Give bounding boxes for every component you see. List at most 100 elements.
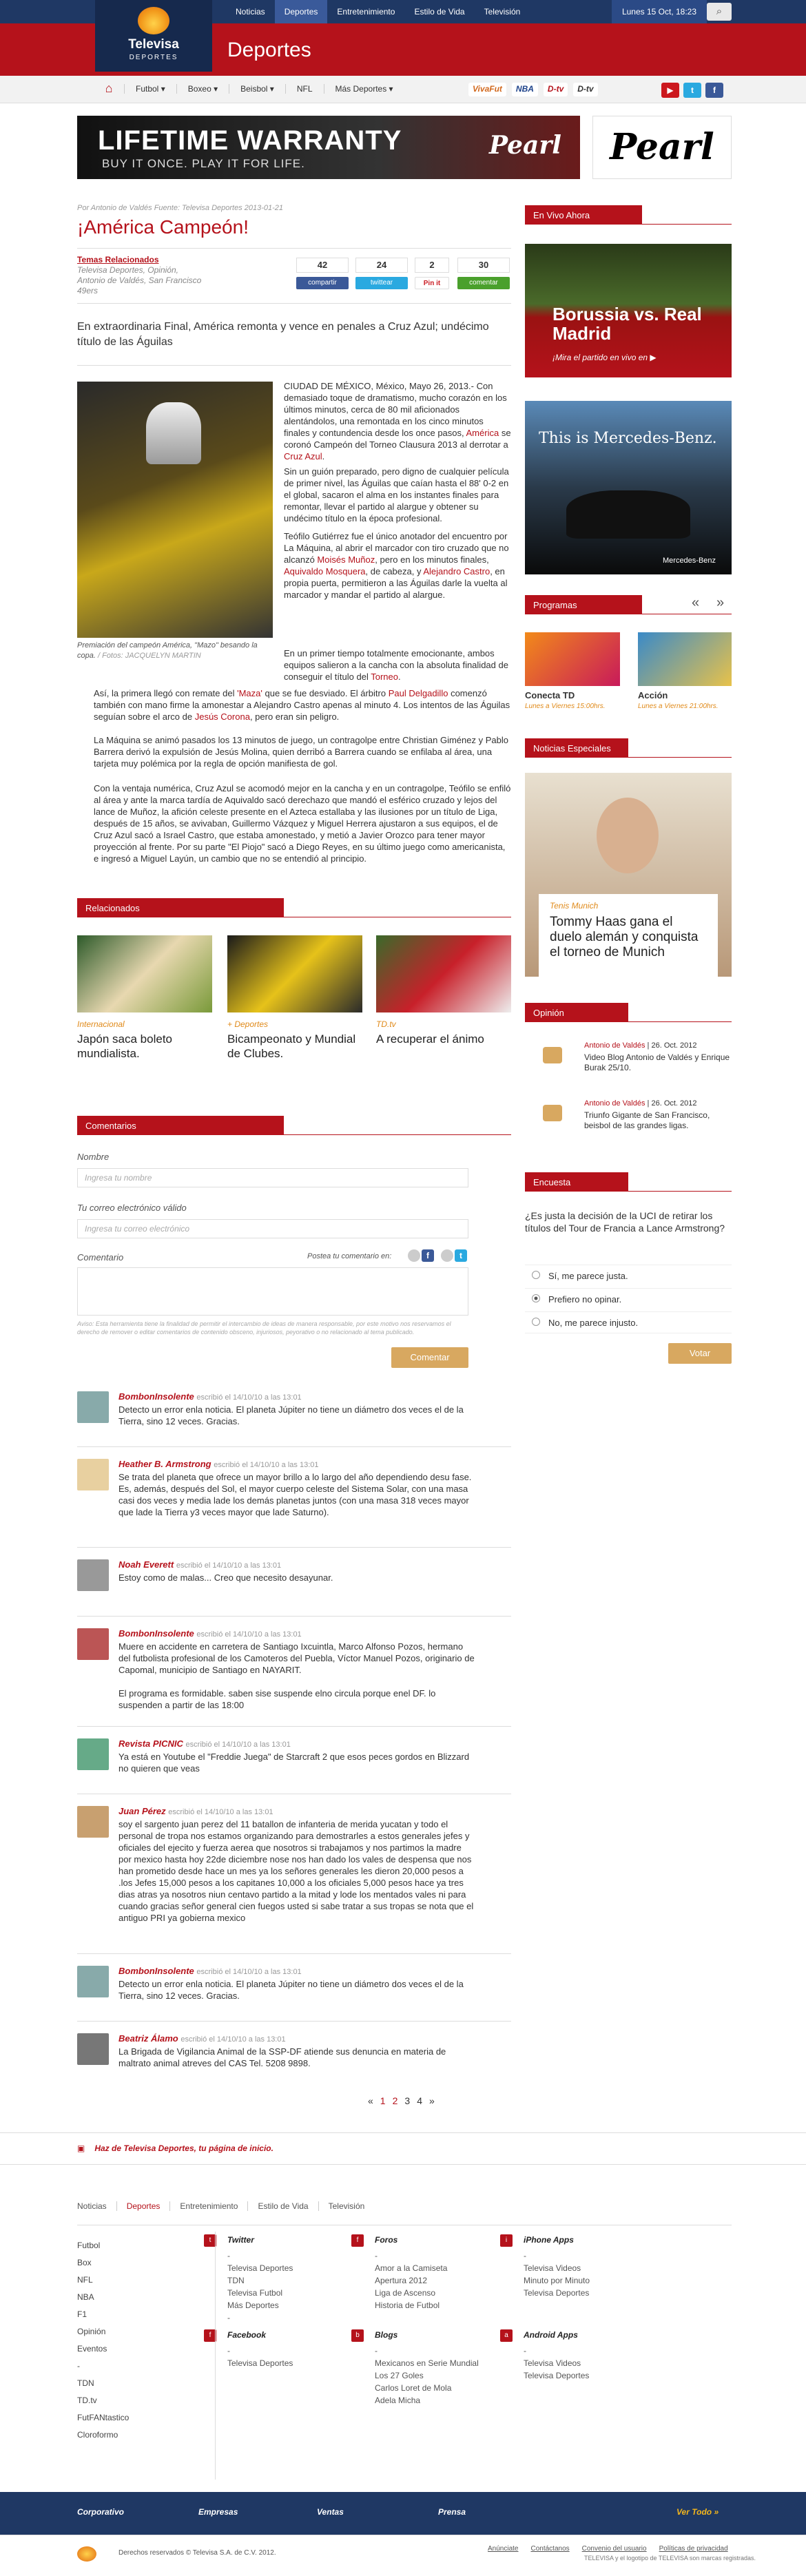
link-torneo[interactable]: Torneo xyxy=(371,672,398,682)
footer-ver-todo[interactable]: Ver Todo » xyxy=(676,2507,719,2517)
comment-author[interactable]: Heather B. Armstrong escribió el 14/10/1… xyxy=(118,1459,319,1469)
link-america[interactable]: América xyxy=(466,428,499,438)
footer-ventas[interactable]: Ventas xyxy=(317,2507,344,2517)
footer-section-link[interactable]: FutFANtastico xyxy=(77,2409,129,2427)
footer-nav-estilo[interactable]: Estilo de Vida xyxy=(247,2201,318,2211)
televisa-small-logo[interactable] xyxy=(77,2546,96,2562)
comment-textarea[interactable] xyxy=(77,1267,468,1316)
programa-title-2[interactable]: Acción xyxy=(638,690,668,700)
related-item-1[interactable]: Internacional Japón saca boleto mundiali… xyxy=(77,935,212,1061)
name-input[interactable]: Ingresa tu nombre xyxy=(77,1168,468,1187)
link-cruz-azul[interactable]: Cruz Azul xyxy=(284,451,322,461)
footer-column-links[interactable]: - Televisa Deportes xyxy=(227,2345,293,2369)
legal-link[interactable]: Anúnciate xyxy=(488,2545,518,2553)
footer-column-heading[interactable]: Facebook xyxy=(227,2330,266,2340)
legal-link[interactable]: Políticas de privacidad xyxy=(659,2545,728,2553)
footer-column-heading[interactable]: Twitter xyxy=(227,2235,254,2245)
nav-noticias[interactable]: Noticias xyxy=(226,0,275,23)
footer-nav-entretenimiento[interactable]: Entretenimiento xyxy=(169,2201,247,2211)
footer-section-link[interactable]: F1 xyxy=(77,2306,129,2323)
footer-column-heading[interactable]: iPhone Apps xyxy=(524,2235,574,2245)
related-topics-list[interactable]: Televisa Deportes, Opinión, Antonio de V… xyxy=(77,265,208,296)
partner-dtv-2[interactable]: D-tv xyxy=(573,83,598,96)
programa-title-1[interactable]: Conecta TD xyxy=(525,690,575,700)
subnav-mas-deportes[interactable]: Más Deportes ▾ xyxy=(323,84,404,94)
link-paul-delgadillo[interactable]: Paul Delgadillo xyxy=(389,688,448,698)
related-item-2[interactable]: + Deportes Bicampeonato y Mundial de Clu… xyxy=(227,935,362,1061)
subnav-beisbol[interactable]: Beisbol ▾ xyxy=(229,84,285,94)
pager-next[interactable]: » xyxy=(429,2095,435,2106)
comment-author[interactable]: Noah Everett escribió el 14/10/10 a las … xyxy=(118,1559,281,1570)
facebook-icon[interactable]: f xyxy=(705,83,723,98)
avatar[interactable] xyxy=(77,2033,109,2065)
footer-column-links[interactable]: - Televisa Deportes TDN Televisa Futbol … xyxy=(227,2250,293,2324)
submit-comment-button[interactable]: Comentar xyxy=(391,1347,468,1368)
radio-button[interactable] xyxy=(532,1318,540,1326)
twitter-icon[interactable]: t xyxy=(683,83,701,98)
footer-section-link[interactable]: NBA xyxy=(77,2289,129,2306)
comment-author[interactable]: BombonInsolente escribió el 14/10/10 a l… xyxy=(118,1391,302,1402)
share-comment[interactable]: 30 comentar xyxy=(457,258,510,289)
pager-page-4[interactable]: 4 xyxy=(417,2095,422,2106)
televisa-logo[interactable]: Televisa DEPORTES xyxy=(95,0,212,72)
avatar[interactable] xyxy=(77,1966,109,1997)
pager-page-1[interactable]: 1 xyxy=(380,2095,386,2106)
home-icon[interactable]: ⌂ xyxy=(96,81,121,98)
comment-author[interactable]: BombonInsolente escribió el 14/10/10 a l… xyxy=(118,1966,302,1976)
footer-section-link[interactable]: TDN xyxy=(77,2375,129,2392)
avatar[interactable] xyxy=(77,1391,109,1423)
link-moises-munoz[interactable]: Moisés Muñoz xyxy=(317,554,375,565)
footer-section-link[interactable]: Futbol xyxy=(77,2237,129,2254)
live-match-promo[interactable]: Borussia vs. Real Madrid ¡Mira el partid… xyxy=(525,244,732,377)
partner-nba[interactable]: NBA xyxy=(511,83,538,96)
legal-link[interactable]: Convenio del usuario xyxy=(582,2545,647,2553)
footer-nav-deportes[interactable]: Deportes xyxy=(116,2201,170,2211)
banner-ad[interactable]: LIFETIME WARRANTY BUY IT ONCE. PLAY IT F… xyxy=(77,116,732,179)
encuesta-option-3[interactable]: No, me parece injusto. xyxy=(525,1311,732,1333)
radio-button[interactable] xyxy=(532,1271,540,1279)
programas-next[interactable]: » xyxy=(716,595,724,611)
avatar[interactable] xyxy=(77,1459,109,1490)
radio-twitter[interactable] xyxy=(441,1249,453,1262)
related-topics-heading[interactable]: Temas Relacionados xyxy=(77,255,208,265)
nav-deportes[interactable]: Deportes xyxy=(274,0,328,23)
programa-image-2[interactable] xyxy=(638,632,732,686)
comment-author[interactable]: Beatriz Álamo escribió el 14/10/10 a las… xyxy=(118,2033,286,2044)
footer-section-link[interactable]: Box xyxy=(77,2254,129,2272)
programas-prev[interactable]: « xyxy=(692,595,699,611)
noticia-image[interactable]: Tenis Munich Tommy Haas gana el duelo al… xyxy=(525,773,732,977)
footer-column-links[interactable]: - Amor a la Camiseta Apertura 2012 Liga … xyxy=(375,2250,447,2312)
pinterest-button[interactable]: Pin it xyxy=(415,277,449,289)
footer-section-link[interactable]: Eventos xyxy=(77,2340,129,2358)
footer-column-links[interactable]: - Televisa Videos Televisa Deportes xyxy=(524,2345,589,2382)
footer-section-link[interactable]: NFL xyxy=(77,2272,129,2289)
nav-television[interactable]: Televisión xyxy=(475,0,530,23)
footer-column-heading[interactable]: Android Apps xyxy=(524,2330,578,2340)
radio-facebook[interactable] xyxy=(408,1249,420,1262)
article-photo[interactable] xyxy=(77,382,273,638)
share-facebook[interactable]: 42 compartir xyxy=(296,258,349,289)
footer-prensa[interactable]: Prensa xyxy=(438,2507,466,2517)
footer-column-links[interactable]: - Televisa Videos Minuto por Minuto Tele… xyxy=(524,2250,590,2299)
encuesta-option-2[interactable]: Prefiero no opinar. xyxy=(525,1288,732,1310)
facebook-share-button[interactable]: compartir xyxy=(296,277,349,289)
twitter-share-button[interactable]: twittear xyxy=(355,277,408,289)
footer-empresas[interactable]: Empresas xyxy=(198,2507,238,2517)
footer-column-heading[interactable]: Foros xyxy=(375,2235,397,2245)
footer-column-heading[interactable]: Blogs xyxy=(375,2330,397,2340)
footer-section-link[interactable]: - xyxy=(77,2358,129,2375)
footer-nav-television[interactable]: Televisión xyxy=(318,2201,375,2211)
search-icon[interactable]: ⌕ xyxy=(707,3,732,21)
footer-section-link[interactable]: Cloroformo xyxy=(77,2427,129,2444)
subnav-futbol[interactable]: Futbol ▾ xyxy=(124,84,176,94)
partner-vivafut[interactable]: VivaFut xyxy=(468,83,506,96)
related-item-3[interactable]: TD.tv A recuperar el ánimo xyxy=(376,935,511,1046)
pager-prev[interactable]: « xyxy=(368,2095,373,2106)
subnav-boxeo[interactable]: Boxeo ▾ xyxy=(176,84,229,94)
comment-author[interactable]: Juan Pérez escribió el 14/10/10 a las 13… xyxy=(118,1806,273,1816)
encuesta-option-1[interactable]: Sí, me parece justa. xyxy=(525,1265,732,1287)
pager-page-2[interactable]: 2 xyxy=(393,2095,398,2106)
link-maza[interactable]: 'Maza' xyxy=(237,688,262,698)
pager-page-3[interactable]: 3 xyxy=(404,2095,410,2106)
nav-entretenimiento[interactable]: Entretenimiento xyxy=(327,0,404,23)
